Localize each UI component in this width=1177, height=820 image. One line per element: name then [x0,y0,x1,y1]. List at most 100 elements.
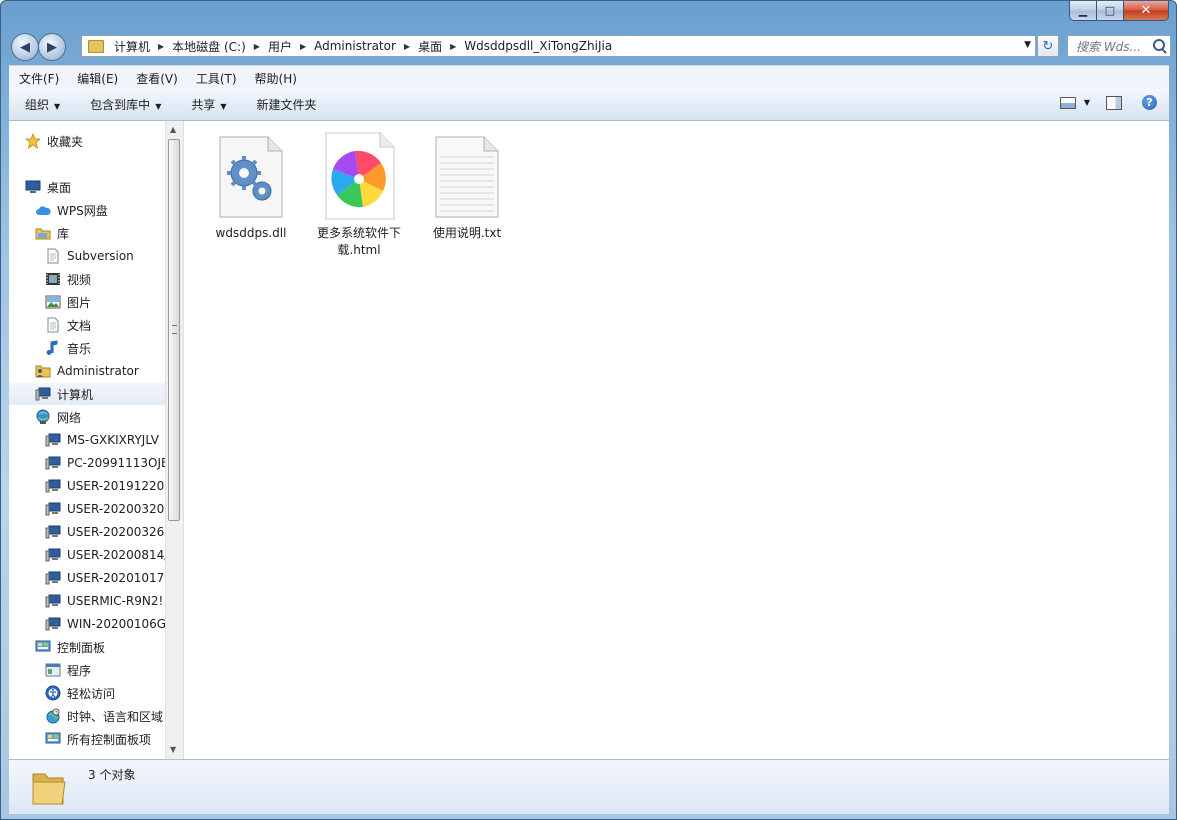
help-icon[interactable]: ? [1142,95,1157,110]
breadcrumb-desktop[interactable]: 桌面 [414,38,446,55]
sidebar-item[interactable]: 程序 [9,659,165,681]
breadcrumb-computer[interactable]: 计算机 [110,38,154,55]
file-list: wdsddps.dll 更多系统软件下载.html 使用说明.txt [185,121,1169,759]
sidebar-item[interactable]: WIN-20200106G [9,613,165,635]
breadcrumb-users[interactable]: 用户 [264,38,296,55]
sidebar-item[interactable]: USERMIC-R9N2! [9,590,165,612]
menu-help[interactable]: 帮助(H) [245,70,305,87]
file-item[interactable]: wdsddps.dll [201,131,301,242]
sidebar-item[interactable]: 收藏夹 [9,130,165,152]
search-box[interactable] [1067,35,1171,57]
sidebar-item[interactable]: 网络 [9,406,165,428]
chevron-right-icon[interactable]: ▶ [154,42,168,51]
new-folder-button[interactable]: 新建文件夹 [241,96,331,113]
sidebar-item[interactable]: 文档 [9,314,165,336]
breadcrumb-local-disk[interactable]: 本地磁盘 (C:) [168,38,250,55]
navigation-row: ◀ ▶ 计算机 ▶ 本地磁盘 (C:) ▶ 用户 ▶ Administrator… [9,32,1171,61]
scroll-thumb[interactable] [168,139,180,521]
sidebar-item[interactable]: 桌面 [9,176,165,198]
grip-icon [172,325,177,334]
menu-tools[interactable]: 工具(T) [186,70,245,87]
chevron-right-icon[interactable]: ▶ [250,42,264,51]
pane-divider[interactable] [183,121,184,759]
file-item[interactable]: 使用说明.txt [417,131,517,242]
chevron-right-icon[interactable]: ▶ [400,42,414,51]
sidebar-item-label: PC-20991113OJE [67,456,165,470]
video-icon [45,272,61,286]
minimize-button[interactable]: ▁ [1069,1,1097,21]
sidebar-item[interactable]: USER-20200814/ [9,544,165,566]
preview-pane-icon[interactable] [1106,95,1122,110]
sidebar-item[interactable]: 计算机 [9,383,165,405]
sidebar-item[interactable]: 时钟、语言和区域 [9,705,165,727]
chevron-right-icon[interactable]: ▶ [446,42,460,51]
menu-view[interactable]: 查看(V) [126,70,186,87]
scroll-down-icon[interactable]: ▼ [170,745,176,754]
title-bar[interactable]: ▁ □ ✕ [1,1,1176,31]
sidebar-item[interactable]: USER-20200326' [9,521,165,543]
maximize-button[interactable]: □ [1097,1,1124,21]
organize-button[interactable]: 组织 ▼ [9,96,74,113]
breadcrumb-current-folder[interactable]: Wdsddpsdll_XiTongZhiJia [460,39,616,53]
search-input[interactable] [1074,37,1154,57]
sidebar-item-label: 计算机 [57,387,94,402]
sidebar-item-label: USER-20200326' [67,525,165,539]
sidebar-item[interactable]: Subversion [9,245,165,267]
address-dropdown-icon[interactable]: ▼ [1024,40,1031,50]
sidebar-item-label: Subversion [67,249,134,263]
nav-scrollbar[interactable]: ▲ ▼ [165,121,183,759]
sidebar-item-label: 控制面板 [57,640,106,655]
sidebar-item[interactable]: 视频 [9,268,165,290]
sidebar-item[interactable]: 图片 [9,291,165,313]
computer-icon [45,479,61,493]
explorer-window: ▁ □ ✕ ◀ ▶ 计算机 ▶ 本地磁盘 (C:) ▶ 用户 ▶ Adminis… [0,0,1177,820]
sidebar-item-label: 图片 [67,295,92,310]
change-view-icon[interactable] [1059,96,1076,109]
menu-edit[interactable]: 编辑(E) [67,70,126,87]
sidebar-item-label: 桌面 [47,180,72,195]
sidebar-item[interactable]: USER-20200320 [9,498,165,520]
sidebar-item-label: MS-GXKIXRYJLV [67,433,159,447]
scroll-up-icon[interactable]: ▲ [170,125,176,134]
computer-icon [45,433,61,447]
sidebar-item[interactable]: 库 [9,222,165,244]
back-button[interactable]: ◀ [11,33,39,61]
include-library-button[interactable]: 包含到库中 ▼ [74,96,175,113]
sidebar-item-label: 文档 [67,318,92,333]
file-item[interactable]: 更多系统软件下载.html [309,131,409,259]
address-bar[interactable]: 计算机 ▶ 本地磁盘 (C:) ▶ 用户 ▶ Administrator ▶ 桌… [81,35,1036,57]
sidebar-item-label: WIN-20200106G [67,617,165,631]
user-folder-icon [35,364,51,378]
sidebar-item[interactable]: USER-20191220I [9,475,165,497]
explorer-body: 收藏夹桌面 WPS网盘库 Subversion 视频图片文档音乐 Administrat… [9,121,1169,759]
sidebar-item-label: 音乐 [67,341,92,356]
breadcrumb-administrator[interactable]: Administrator [310,39,400,53]
sidebar-item[interactable]: 音乐 [9,337,165,359]
sidebar-item[interactable]: MS-GXKIXRYJLV [9,429,165,451]
computer-icon [45,571,61,585]
network-icon [35,409,51,424]
refresh-button[interactable]: ↻ [1037,35,1059,57]
navigation-pane: 收藏夹桌面 WPS网盘库 Subversion 视频图片文档音乐 Administrat… [9,121,165,759]
sidebar-item[interactable]: USER-20201017I [9,567,165,589]
close-button[interactable]: ✕ [1124,1,1169,21]
chevron-down-icon: ▼ [220,102,227,111]
menu-file[interactable]: 文件(F) [9,70,67,87]
sidebar-item-label: 程序 [67,663,92,678]
sidebar-item[interactable]: 所有控制面板项 [9,728,165,750]
image-icon [45,295,61,309]
sidebar-item[interactable]: 轻松访问 [9,682,165,704]
sidebar-item[interactable]: Administrator [9,360,165,382]
search-icon[interactable] [1153,39,1165,51]
details-pane: 3 个对象 [9,759,1169,814]
sidebar-item[interactable]: PC-20991113OJE [9,452,165,474]
organize-label: 组织 [25,98,50,112]
chevron-right-icon[interactable]: ▶ [296,42,310,51]
sidebar-item[interactable]: 控制面板 [9,636,165,658]
view-options-dropdown-icon[interactable]: ▼ [1084,98,1090,107]
forward-button[interactable]: ▶ [38,33,66,61]
sidebar-item[interactable]: WPS网盘 [9,199,165,221]
chevron-down-icon: ▼ [155,102,162,111]
doc-icon [45,317,61,333]
share-button[interactable]: 共享 ▼ [175,96,240,113]
